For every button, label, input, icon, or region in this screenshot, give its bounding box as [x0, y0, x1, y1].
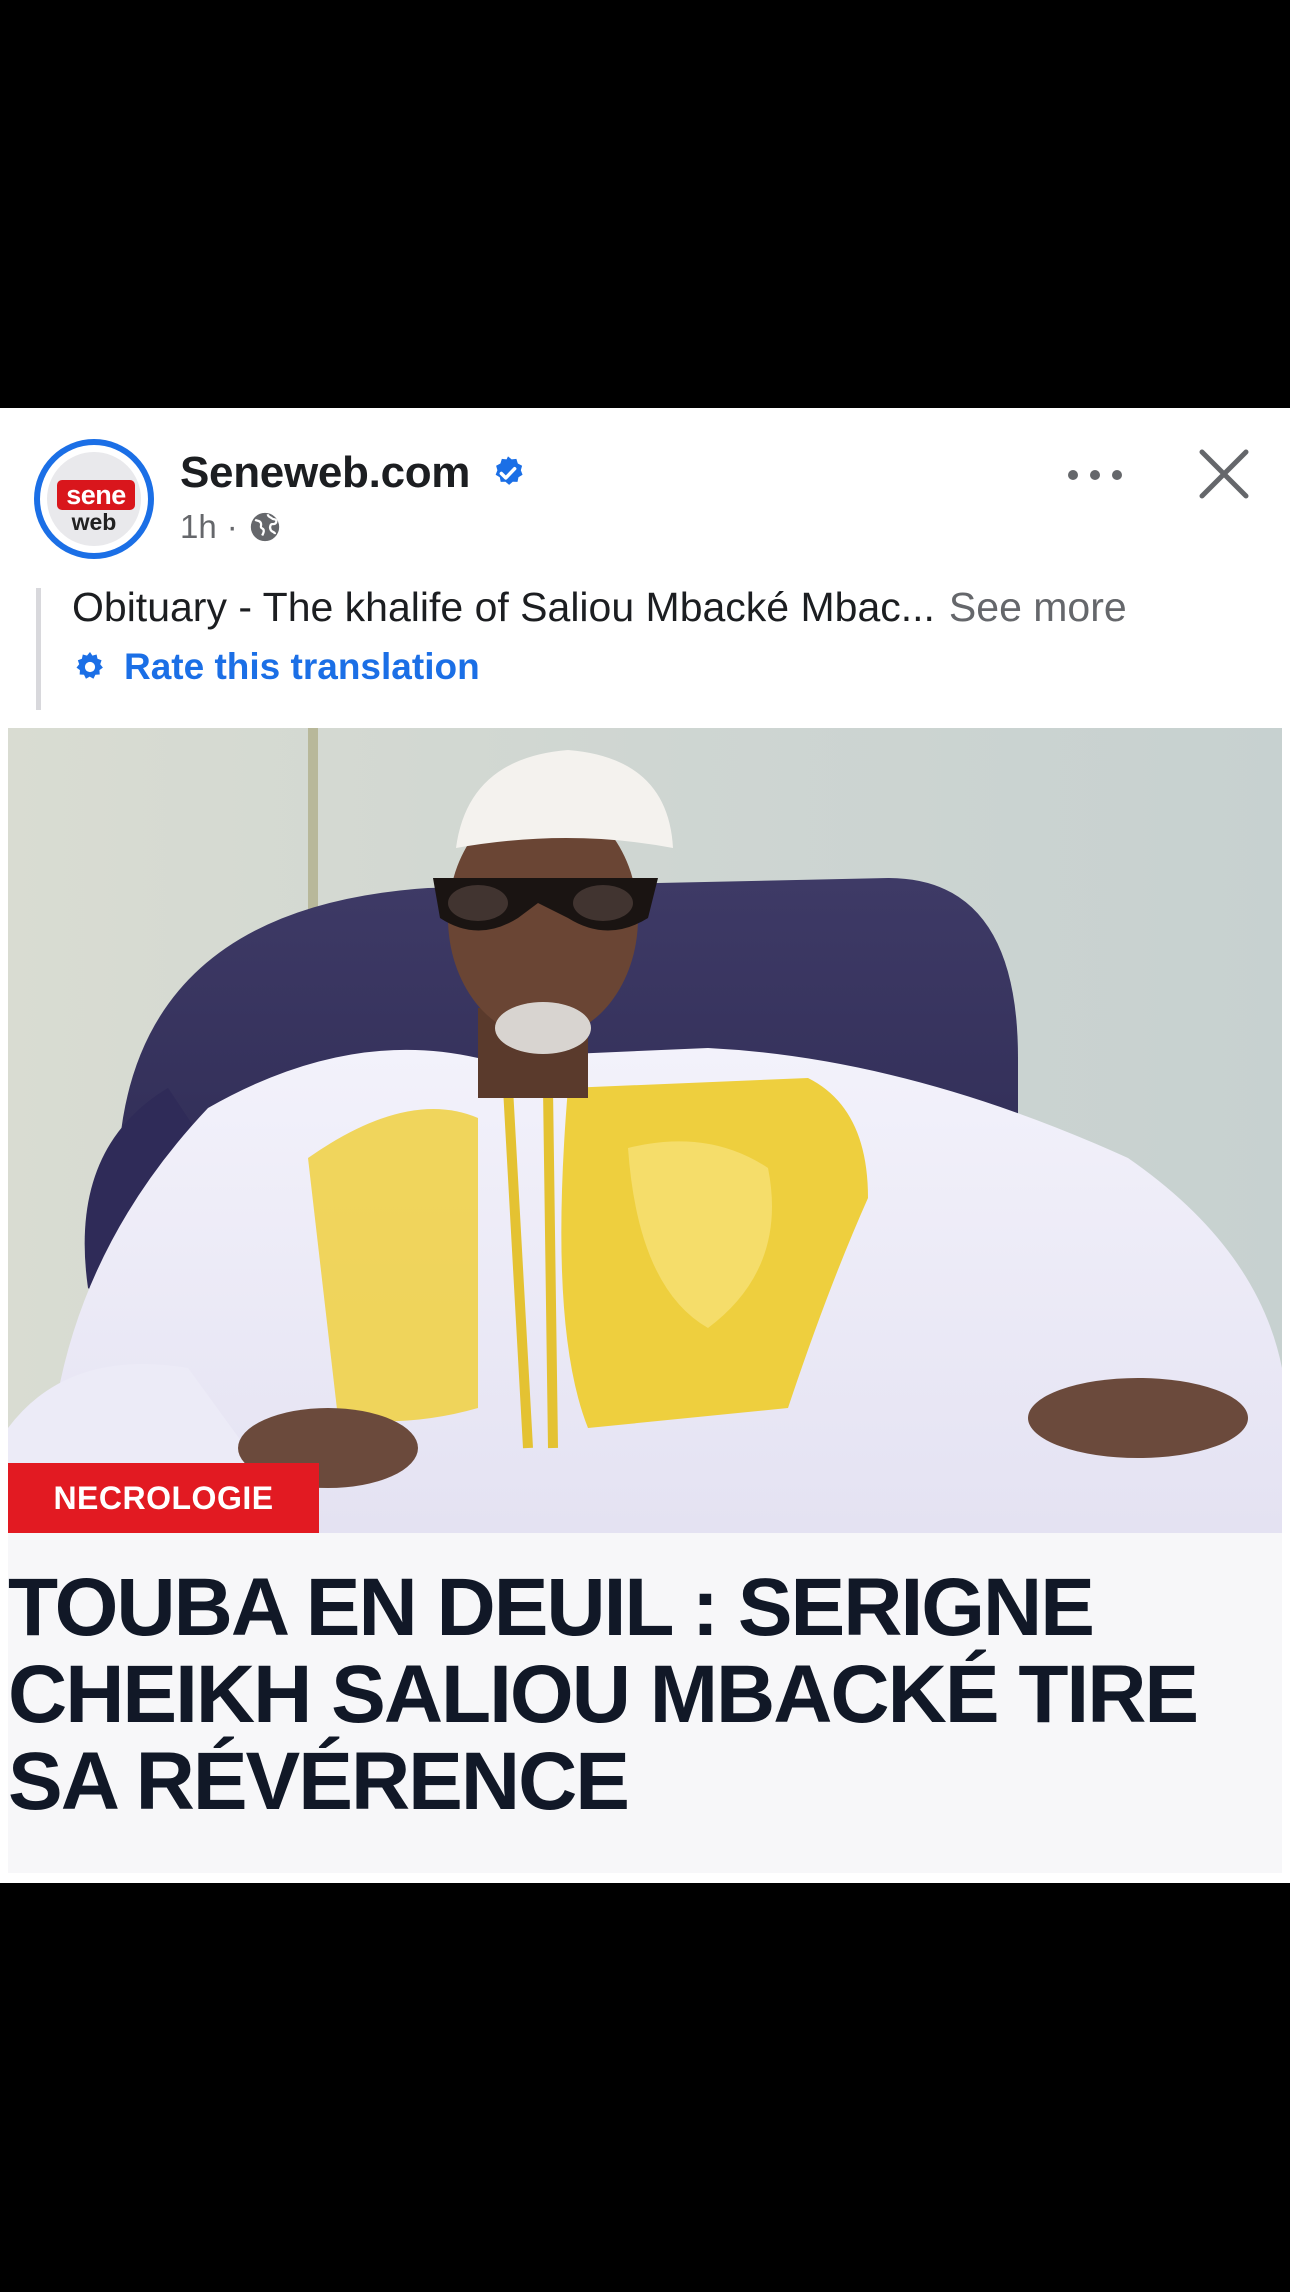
- more-options-icon[interactable]: [1060, 450, 1130, 500]
- verified-badge-icon: [495, 456, 523, 485]
- category-badge: NECROLOGIE: [8, 1463, 319, 1533]
- page-name-link[interactable]: Seneweb.com: [180, 448, 470, 498]
- gear-icon: [76, 652, 103, 679]
- globe-icon: [250, 512, 279, 542]
- portrait-photo: [8, 728, 1282, 1533]
- page-avatar[interactable]: sene web: [34, 439, 154, 559]
- see-more-link[interactable]: See more: [949, 584, 1127, 631]
- post-time[interactable]: 1h: [180, 508, 217, 546]
- translation-quote-bar: [36, 588, 41, 710]
- rate-translation-link[interactable]: Rate this translation: [72, 646, 480, 688]
- post-viewer-card: sene web Seneweb.com 1h · Obituary - The…: [0, 408, 1290, 1883]
- logo-sene-text: sene: [57, 480, 135, 510]
- logo-web-text: web: [71, 509, 117, 535]
- rate-translation-label: Rate this translation: [124, 646, 480, 687]
- close-icon[interactable]: [1192, 442, 1256, 506]
- avatar-ring: sene web: [40, 445, 148, 553]
- post-caption: Obituary - The khalife of Saliou Mbacké …: [72, 584, 1252, 631]
- seneweb-logo: sene web: [47, 452, 141, 546]
- post-meta: 1h ·: [180, 508, 282, 546]
- post-caption-text: Obituary - The khalife of Saliou Mbacké …: [72, 584, 935, 630]
- image-headline: TOUBA EN DEUIL : SERIGNE CHEIKH SALIOU M…: [8, 1562, 1199, 1827]
- post-image[interactable]: NECROLOGIE TOUBA EN DEUIL : SERIGNE CHEI…: [8, 728, 1282, 1873]
- meta-separator: ·: [226, 508, 238, 545]
